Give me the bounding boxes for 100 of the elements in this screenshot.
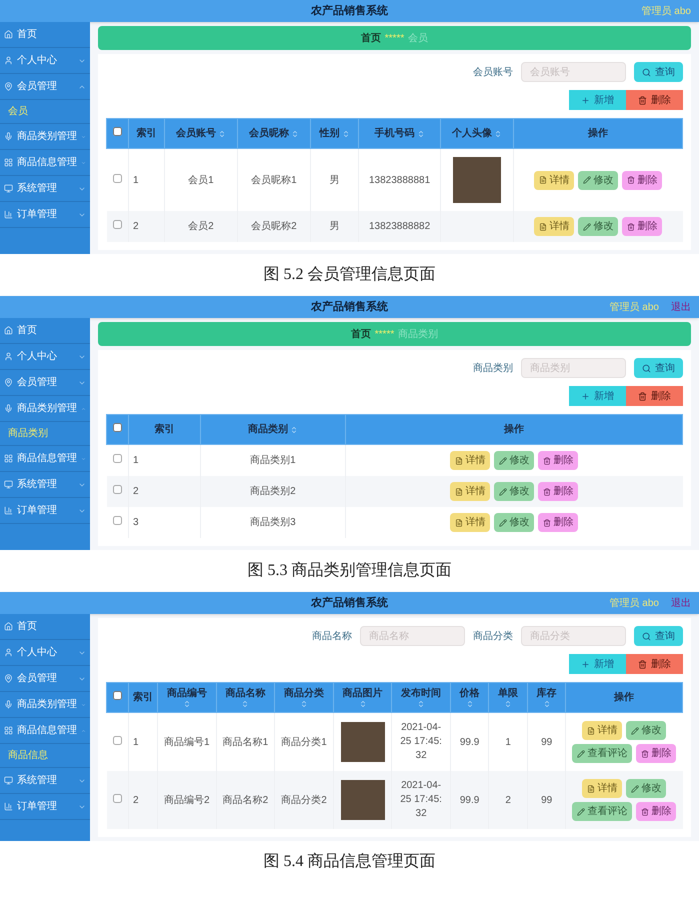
add-button[interactable]: 新增 [569,654,626,674]
table-cell-text: 1 [133,174,139,186]
sidebar-item[interactable]: 系统管理 [0,472,90,498]
sidebar-item[interactable]: 会员管理 [0,370,90,396]
date-text: 2021-04-25 17:45:32 [399,779,443,821]
sidebar-subitem[interactable]: 会员 [0,100,90,124]
sidebar-item[interactable]: 商品类别管理 [0,692,90,718]
sidebar-item[interactable]: 商品类别管理 [0,124,90,150]
search-button[interactable]: 查询 [634,62,683,82]
sort-icon[interactable] [342,130,350,138]
table-cell-text: 会员2 [188,221,214,232]
detail-button[interactable]: 详情 [582,779,622,798]
delete-button[interactable]: 删除 [622,217,662,236]
figure-caption: 图 5.4 商品信息管理页面 [264,852,436,872]
sort-icon[interactable] [218,130,226,138]
row-checkbox[interactable] [112,516,122,525]
detail-button[interactable]: 详情 [450,513,490,532]
select-all-checkbox[interactable] [113,691,122,700]
sort-icon[interactable] [466,700,474,708]
delete-button[interactable]: 删除 [538,513,578,532]
sidebar-item[interactable]: 系统管理 [0,768,90,794]
detail-button[interactable]: 详情 [534,170,574,190]
logout-link[interactable]: 退出 [671,300,691,314]
row-checkbox[interactable] [112,736,122,744]
trash-icon [627,222,636,230]
sidebar-item[interactable]: 系统管理 [0,176,90,202]
delete-button[interactable]: 删除 [538,482,578,501]
document-icon [587,784,596,792]
edit-button[interactable]: 修改 [626,721,666,740]
search-button[interactable]: 查询 [634,358,683,378]
sidebar-item[interactable]: 会员管理 [0,666,90,692]
photo-placeholder [453,157,502,203]
row-checkbox[interactable] [112,220,122,229]
row-checkbox[interactable] [112,454,122,463]
plus-icon [581,96,590,104]
select-all-checkbox[interactable] [113,127,122,136]
column-header: 操作 [566,682,682,712]
logout-link[interactable]: 退出 [671,596,691,610]
row-checkbox[interactable] [112,174,122,182]
sidebar-item[interactable]: 个人中心 [0,48,90,74]
sort-icon[interactable] [300,700,308,708]
breadcrumb-home[interactable]: 首页 [350,326,371,342]
detail-button[interactable]: 详情 [450,482,490,501]
sort-icon[interactable] [290,130,299,138]
row-checkbox[interactable] [112,485,122,494]
sidebar-subitem[interactable]: 商品信息 [0,744,90,768]
trash-icon [641,750,650,758]
delete-button[interactable]: 删除 [626,654,683,674]
detail-button[interactable]: 详情 [582,721,622,740]
sidebar-item[interactable]: 个人中心 [0,344,90,370]
sidebar-item[interactable]: 首页 [0,22,90,48]
delete-button[interactable]: 删除 [538,451,578,470]
sidebar-item[interactable]: 订单管理 [0,794,90,820]
review-button[interactable]: 查看评论 [572,802,632,821]
sort-icon[interactable] [241,700,250,708]
search-button[interactable]: 查询 [634,626,683,646]
sidebar-item[interactable]: 商品类别管理 [0,396,90,422]
sort-icon[interactable] [416,130,425,138]
breadcrumb-home[interactable]: 首页 [360,30,381,46]
sort-icon[interactable] [494,130,502,138]
sort-icon[interactable] [182,700,191,708]
sidebar-item[interactable]: 个人中心 [0,640,90,666]
add-button[interactable]: 新增 [569,90,626,110]
sort-icon[interactable] [358,700,367,708]
sidebar-item[interactable]: 首页 [0,614,90,640]
edit-button[interactable]: 修改 [578,217,618,236]
delete-button[interactable]: 删除 [626,386,683,406]
sidebar-item[interactable]: 商品信息管理 [0,446,90,472]
table-cell-text: 商品分类2 [281,794,327,806]
edit-button[interactable]: 修改 [494,482,534,501]
sidebar-item[interactable]: 首页 [0,318,90,344]
breadcrumb-current: 会员 [408,32,428,46]
sidebar-item[interactable]: 订单管理 [0,498,90,524]
sort-icon[interactable] [417,700,426,708]
sidebar-item[interactable]: 商品信息管理 [0,718,90,744]
add-button[interactable]: 新增 [569,386,626,406]
figure-caption: 图 5.3 商品类别管理信息页面 [248,560,452,581]
select-all-checkbox[interactable] [113,423,122,432]
detail-button[interactable]: 详情 [534,217,574,236]
delete-button[interactable]: 删除 [622,170,662,190]
sidebar-item[interactable]: 会员管理 [0,74,90,100]
sidebar-item[interactable]: 商品信息管理 [0,150,90,176]
row-checkbox[interactable] [112,794,122,802]
delete-button[interactable]: 删除 [636,802,676,821]
delete-button[interactable]: 删除 [626,90,683,110]
edit-button[interactable]: 修改 [626,779,666,798]
table-cell-text: 2 [133,221,139,232]
edit-button[interactable]: 修改 [494,451,534,470]
sort-icon[interactable] [504,700,512,708]
sidebar-subitem[interactable]: 商品类别 [0,422,90,446]
edit-button[interactable]: 修改 [578,170,618,190]
detail-button[interactable]: 详情 [450,451,490,470]
column-header[interactable]: 商品类别 [200,414,346,444]
sort-icon[interactable] [542,700,551,708]
sidebar-item[interactable]: 订单管理 [0,202,90,228]
pencil-icon [577,808,586,816]
delete-button[interactable]: 删除 [636,744,676,763]
edit-button[interactable]: 修改 [494,513,534,532]
review-button[interactable]: 查看评论 [572,744,632,763]
sort-icon[interactable] [290,426,298,434]
